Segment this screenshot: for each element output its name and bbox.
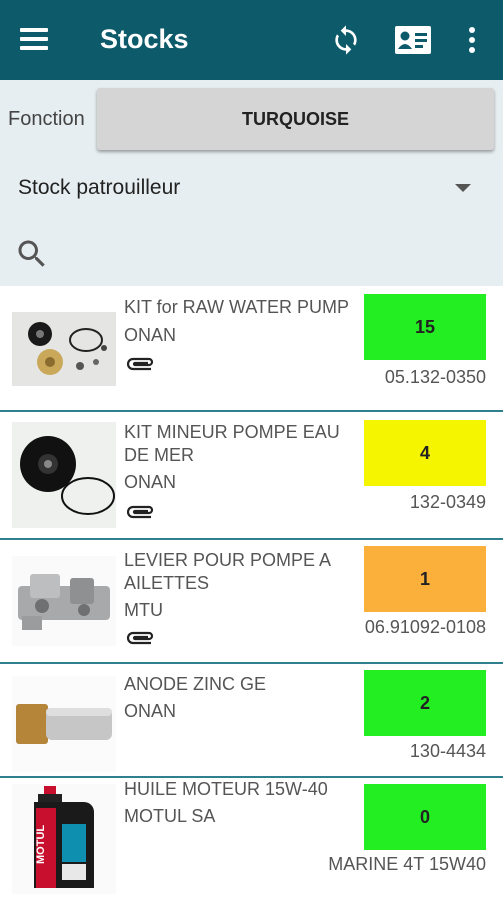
item-reference: 130-4434 (409, 741, 486, 761)
search-icon[interactable] (14, 236, 50, 272)
item-name: KIT for RAW WATER PUMP (124, 297, 350, 317)
item-reference: 06.91092-0108 (364, 617, 486, 637)
item-brand: MOTUL SA (124, 806, 216, 826)
item-reference: MARINE 4T 15W40 (328, 854, 486, 874)
quantity-badge: 1 (364, 546, 486, 612)
attachment-icon[interactable] (124, 502, 158, 522)
item-name: HUILE MOTEUR 15W-40 (124, 779, 328, 799)
item-name: KIT MINEUR POMPE EAU DE MER (124, 422, 340, 465)
item-brand: ONAN (124, 325, 177, 345)
item-brand: ONAN (124, 472, 177, 492)
item-brand: ONAN (124, 701, 177, 721)
page-title: Stocks (100, 24, 189, 54)
quantity-badge: 0 (364, 784, 486, 850)
water-pump-kit-image (12, 312, 116, 386)
impeller-image (12, 422, 116, 528)
item-reference: 05.132-0350 (384, 367, 486, 387)
contact-card-icon[interactable] (394, 25, 432, 55)
item-reference: 132-0349 (409, 492, 486, 512)
quantity-badge: 2 (364, 670, 486, 736)
pump-lever-image (12, 556, 116, 646)
attachment-icon[interactable] (124, 354, 158, 374)
fonction-button[interactable]: TURQUOISE (97, 88, 494, 150)
list-item[interactable]: LEVIER POUR POMPE A AILETTES MTU 1 06.91… (0, 540, 503, 664)
item-brand: MTU (124, 600, 163, 620)
motul-oil-bottle-image: MOTUL (12, 784, 116, 894)
list-item[interactable]: KIT MINEUR POMPE EAU DE MER ONAN 4 132-0… (0, 412, 503, 540)
list-item[interactable]: ANODE ZINC GE ONAN 2 130-4434 (0, 664, 503, 778)
menu-icon[interactable] (20, 28, 48, 50)
zinc-anode-image (12, 676, 116, 772)
sync-icon[interactable] (330, 24, 362, 56)
motul-logo-text: MOTUL (35, 825, 47, 864)
item-name: LEVIER POUR POMPE A AILETTES (124, 550, 331, 593)
quantity-badge: 15 (364, 294, 486, 360)
dropdown-arrow-icon (455, 184, 471, 192)
app-bar: Stocks (0, 0, 503, 80)
quantity-badge: 4 (364, 420, 486, 486)
item-name: ANODE ZINC GE (124, 674, 267, 694)
list-item[interactable]: KIT for RAW WATER PUMP ONAN 15 05.132-03… (0, 286, 503, 412)
list-item[interactable]: MOTUL HUILE MOTEUR 15W-40 MOTUL SA 0 MAR… (0, 778, 503, 900)
attachment-icon[interactable] (124, 628, 158, 648)
stock-dropdown[interactable]: Stock patrouilleur (0, 160, 503, 216)
more-vert-icon[interactable] (462, 26, 482, 54)
fonction-label: Fonction (8, 108, 85, 130)
stock-dropdown-value: Stock patrouilleur (18, 176, 181, 199)
